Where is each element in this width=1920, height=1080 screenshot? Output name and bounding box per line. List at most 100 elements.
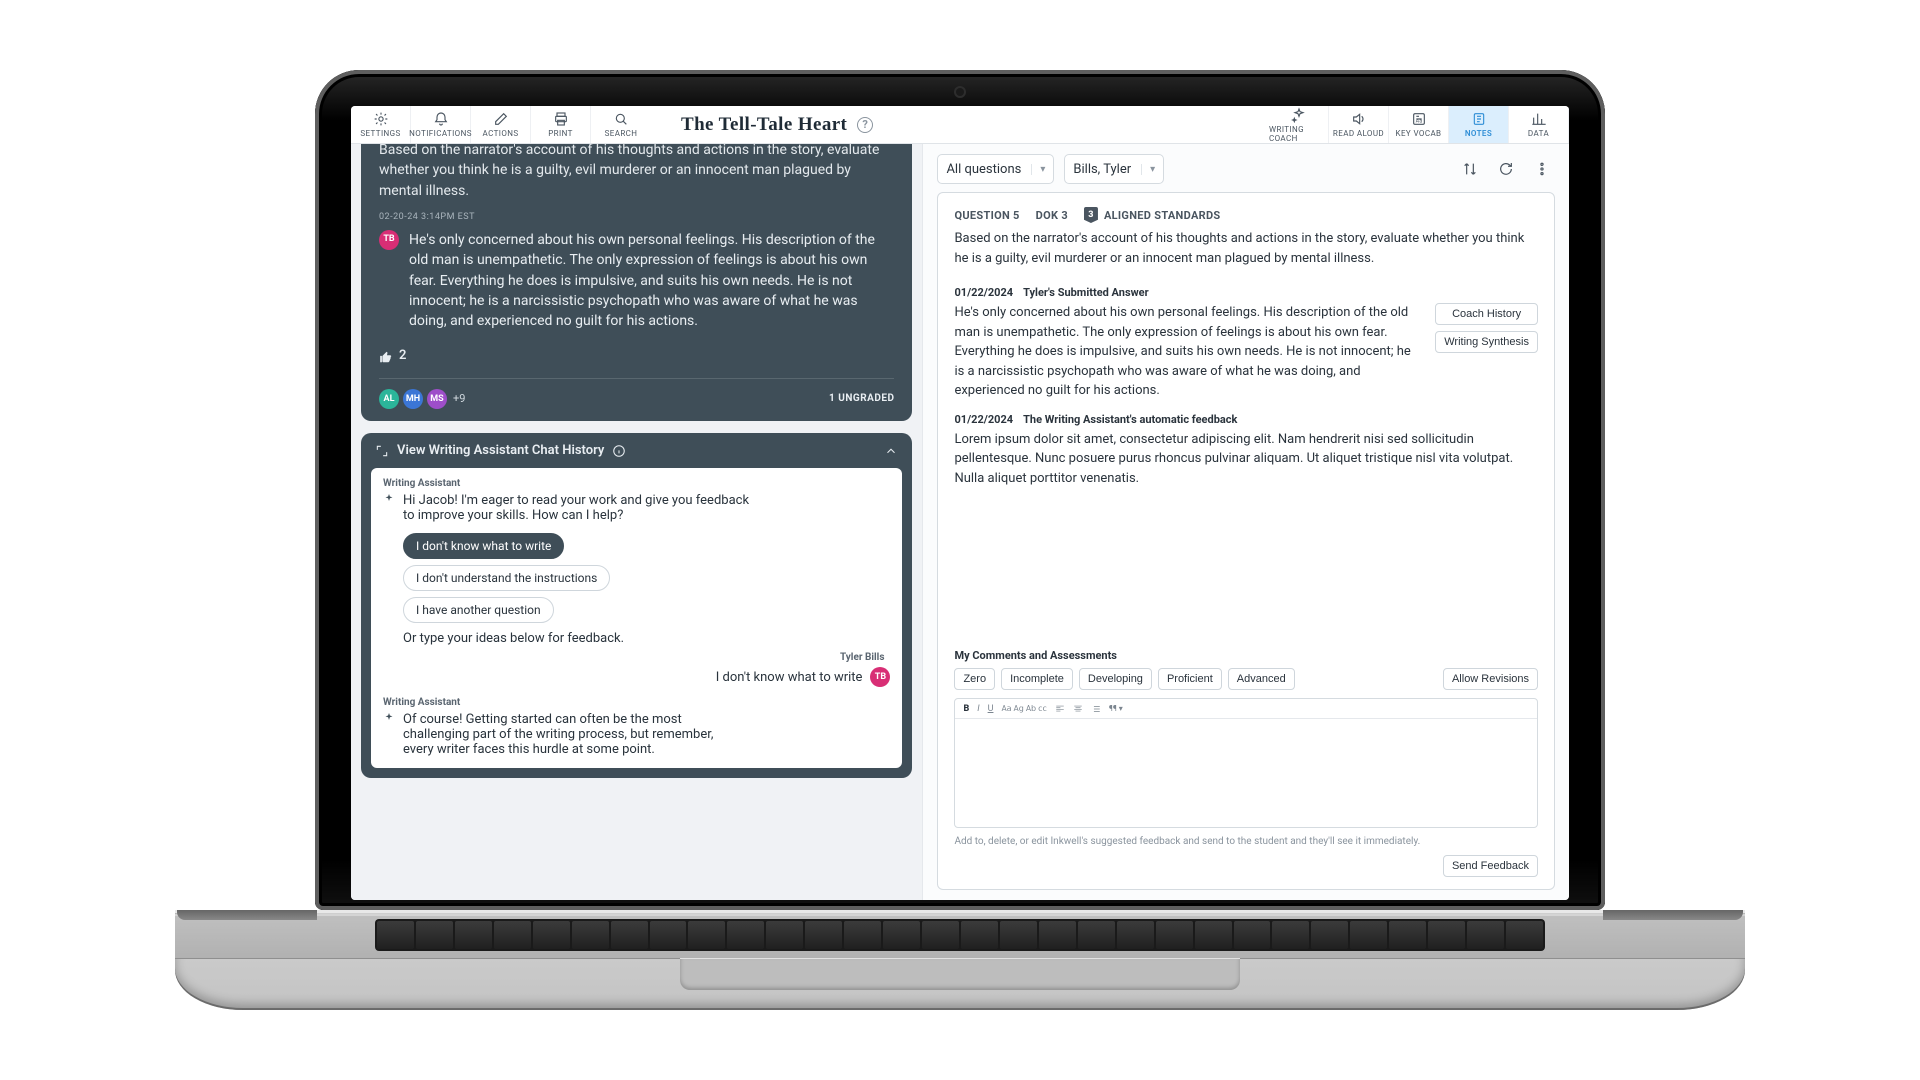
expand-icon: [375, 444, 389, 458]
laptop-lid: SETTINGSNOTIFICATIONSACTIONSPRINTSEARCH …: [315, 70, 1605, 910]
feedback-label: The Writing Assistant's automatic feedba…: [1023, 413, 1237, 426]
read-aloud-button[interactable]: READ ALOUD: [1329, 106, 1389, 143]
standards-badge[interactable]: 3: [1084, 207, 1098, 223]
user-avatar: TB: [870, 667, 890, 687]
chart-icon: [1531, 111, 1547, 127]
qa-answer-text: He's only concerned about his own person…: [409, 230, 894, 331]
rubric-advanced-button[interactable]: Advanced: [1228, 668, 1295, 690]
notes-label: NOTES: [1465, 129, 1492, 138]
aligned-standards-label[interactable]: ALIGNED STANDARDS: [1104, 209, 1221, 222]
user-message: I don't know what to write: [716, 670, 863, 685]
search-button[interactable]: SEARCH: [591, 106, 651, 143]
responder-avatar[interactable]: MS: [427, 389, 447, 409]
italic-button[interactable]: I: [977, 704, 979, 714]
print-button[interactable]: PRINT: [531, 106, 591, 143]
rubric-proficient-button[interactable]: Proficient: [1158, 668, 1222, 690]
student-select[interactable]: Bills, Tyler ▾: [1064, 154, 1164, 184]
app-screen: SETTINGSNOTIFICATIONSACTIONSPRINTSEARCH …: [351, 106, 1569, 900]
align-left-icon[interactable]: [1055, 704, 1065, 714]
writing-coach-button[interactable]: WRITING COACH: [1269, 106, 1329, 143]
chat-toggle[interactable]: View Writing Assistant Chat History: [361, 433, 912, 468]
rubric-incomplete-button[interactable]: Incomplete: [1001, 668, 1073, 690]
editor-hint: Add to, delete, or edit Inkwell's sugges…: [954, 836, 1538, 847]
chevron-down-icon: ▾: [1031, 164, 1045, 175]
more-button[interactable]: [1529, 156, 1555, 182]
info-icon[interactable]: [612, 444, 626, 458]
wa-label-2: Writing Assistant: [383, 697, 890, 708]
questions-select-value: All questions: [946, 162, 1021, 177]
dok-level: DOK 3: [1036, 209, 1068, 222]
title-area: The Tell-Tale Heart ?: [651, 106, 1269, 143]
bell-icon: [433, 111, 449, 127]
sparkle-icon: [1291, 107, 1307, 123]
chat-body[interactable]: Writing Assistant Hi Jacob! I'm eager to…: [371, 468, 902, 768]
align-center-icon[interactable]: [1073, 704, 1083, 714]
notifications-label: NOTIFICATIONS: [409, 129, 472, 138]
chat-suggestion-chip[interactable]: I don't know what to write: [403, 533, 564, 559]
submitted-answer-text: He's only concerned about his own person…: [954, 303, 1419, 401]
allow-revisions-button[interactable]: Allow Revisions: [1443, 668, 1538, 690]
qa-prompt: Based on the narrator's account of his t…: [379, 144, 894, 201]
thumbs-up-icon[interactable]: [379, 350, 393, 364]
data-label: DATA: [1528, 129, 1549, 138]
chat-suggestion-chip[interactable]: I have another question: [403, 597, 554, 623]
ungraded-badge: 1 UNGRADED: [829, 392, 894, 407]
more-format-button[interactable]: ¶¶ ▾: [1109, 704, 1123, 713]
right-pane: All questions ▾ Bills, Tyler ▾: [923, 144, 1569, 900]
data-button[interactable]: DATA: [1509, 106, 1569, 143]
underline-button[interactable]: U: [988, 704, 994, 714]
responder-avatar: TB: [379, 230, 399, 250]
bold-button[interactable]: B: [963, 704, 969, 714]
key-vocab-label: KEY VOCAB: [1396, 129, 1442, 138]
user-name-label: Tyler Bills: [383, 652, 884, 663]
or-type-text: Or type your ideas below for feedback.: [403, 631, 890, 646]
refresh-button[interactable]: [1493, 156, 1519, 182]
questions-select[interactable]: All questions ▾: [937, 154, 1054, 184]
writing-synthesis-button[interactable]: Writing Synthesis: [1435, 331, 1538, 353]
list-icon[interactable]: [1091, 704, 1101, 714]
qa-timestamp: 02-20-24 3:14PM EST: [379, 211, 894, 224]
wa-label-1: Writing Assistant: [383, 478, 890, 489]
responder-avatar[interactable]: MH: [403, 389, 423, 409]
notifications-button[interactable]: NOTIFICATIONS: [411, 106, 471, 143]
rubric-developing-button[interactable]: Developing: [1079, 668, 1152, 690]
vocab-icon: [1411, 111, 1427, 127]
writing-coach-label: WRITING COACH: [1269, 125, 1328, 143]
laptop-keyboard: [375, 919, 1545, 951]
read-aloud-label: READ ALOUD: [1333, 129, 1384, 138]
actions-button[interactable]: ACTIONS: [471, 106, 531, 143]
gear-icon: [373, 111, 389, 127]
feedback-date: 01/22/2024: [954, 413, 1013, 426]
submitted-label: Tyler's Submitted Answer: [1023, 286, 1149, 299]
font-size-button[interactable]: A𝖺 A𝗀 A𝖻 𝖼𝖼: [1001, 704, 1046, 713]
top-toolbar: SETTINGSNOTIFICATIONSACTIONSPRINTSEARCH …: [351, 106, 1569, 144]
help-icon[interactable]: ?: [857, 117, 873, 133]
settings-button[interactable]: SETTINGS: [351, 106, 411, 143]
coach-history-button[interactable]: Coach History: [1435, 303, 1538, 325]
rubric-zero-button[interactable]: Zero: [954, 668, 995, 690]
question-prompt: Based on the narrator's account of his t…: [954, 229, 1538, 268]
chat-suggestion-chip[interactable]: I don't understand the instructions: [403, 565, 610, 591]
more-responders: +9: [453, 391, 465, 407]
send-feedback-button[interactable]: Send Feedback: [1443, 855, 1538, 877]
like-count: 2: [399, 347, 406, 366]
key-vocab-button[interactable]: KEY VOCAB: [1389, 106, 1449, 143]
sort-button[interactable]: [1457, 156, 1483, 182]
sparkle-icon: [383, 493, 395, 505]
feedback-editor[interactable]: B I U A𝖺 A𝗀 A𝖻 𝖼𝖼 ¶¶ ▾: [954, 698, 1538, 828]
page-title: The Tell-Tale Heart: [681, 114, 847, 136]
search-label: SEARCH: [605, 129, 638, 138]
qa-card: Based on the narrator's account of his t…: [361, 144, 912, 421]
question-number: QUESTION 5: [954, 209, 1019, 222]
grading-panel: QUESTION 5 DOK 3 3 ALIGNED STANDARDS Bas…: [937, 192, 1555, 890]
print-label: PRINT: [548, 129, 573, 138]
print-icon: [553, 111, 569, 127]
editor-textarea[interactable]: [955, 719, 1537, 827]
laptop-trackpad: [680, 958, 1240, 990]
chevron-down-icon: ▾: [1141, 164, 1155, 175]
wa-reply: Of course! Getting started can often be …: [403, 712, 743, 757]
notes-button[interactable]: NOTES: [1449, 106, 1509, 143]
laptop-camera: [956, 88, 964, 96]
responder-avatar[interactable]: AL: [379, 389, 399, 409]
wa-greeting: Hi Jacob! I'm eager to read your work an…: [403, 493, 763, 523]
